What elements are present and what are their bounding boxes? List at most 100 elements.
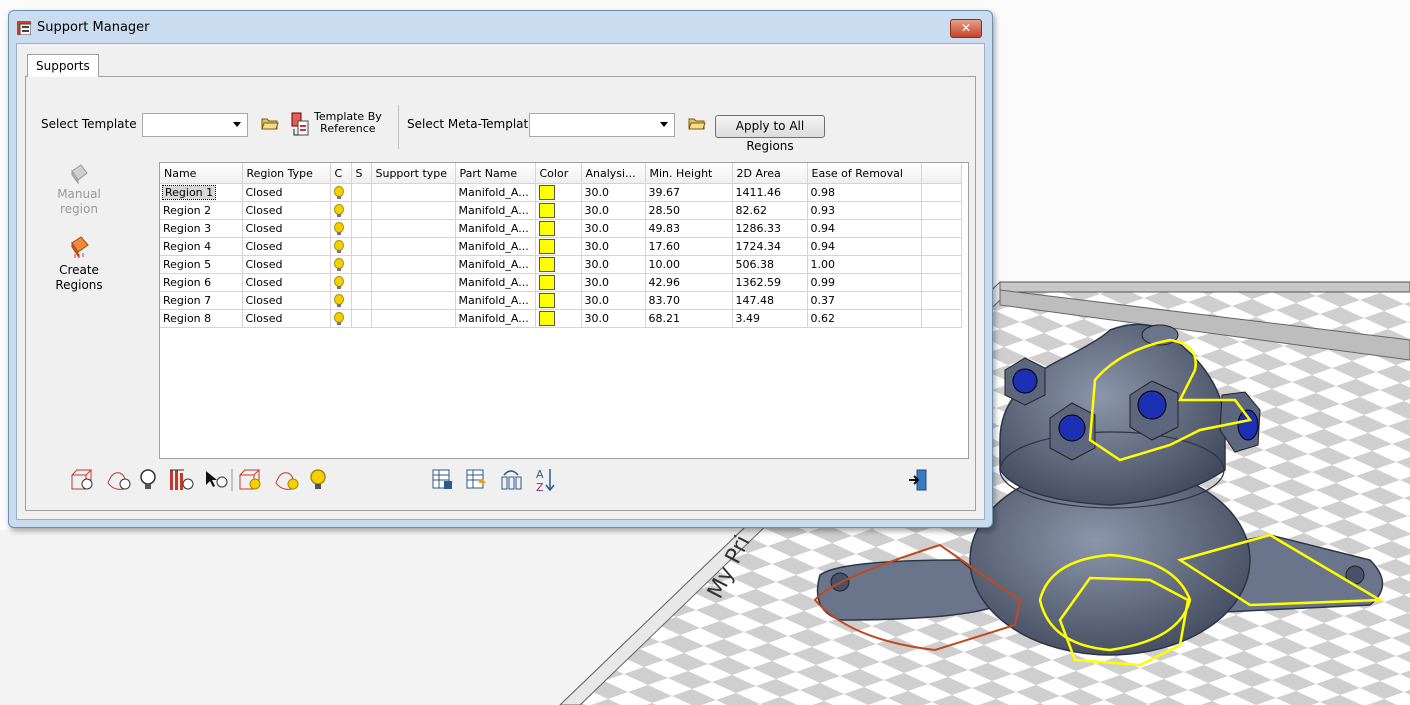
select-template-combo[interactable]	[142, 113, 248, 137]
cell-color[interactable]	[535, 201, 582, 220]
cell-s[interactable]	[351, 219, 372, 238]
cell-region-type[interactable]: Closed	[242, 255, 331, 274]
cell-part-name[interactable]: Manifold_A...	[455, 291, 536, 310]
cell-region-type[interactable]: Closed	[242, 237, 331, 256]
table-row[interactable]: Region 5 Closed Manifold_A... 30.0 10.00…	[160, 255, 962, 274]
cell-c[interactable]	[330, 201, 352, 220]
show-cube-bulb-off-icon[interactable]	[71, 469, 93, 490]
cell-min-height[interactable]: 49.83	[645, 219, 733, 238]
cell-2d-area[interactable]: 147.48	[732, 291, 808, 310]
cell-support-type[interactable]	[371, 291, 456, 310]
cell-color[interactable]	[535, 237, 582, 256]
cell-s[interactable]	[351, 309, 372, 328]
bulb-icon[interactable]	[333, 293, 344, 307]
cell-part-name[interactable]: Manifold_A...	[455, 237, 536, 256]
table-row[interactable]: Region 7 Closed Manifold_A... 30.0 83.70…	[160, 291, 962, 310]
cell-analysis[interactable]: 30.0	[581, 219, 646, 238]
cell-color[interactable]	[535, 183, 582, 202]
cell-region-type[interactable]: Closed	[242, 273, 331, 292]
cell-c[interactable]	[330, 291, 352, 310]
cell-min-height[interactable]: 68.21	[645, 309, 733, 328]
cell-part-name[interactable]: Manifold_A...	[455, 201, 536, 220]
col-header-region-type[interactable]: Region Type	[242, 163, 331, 184]
folder-open-icon[interactable]	[688, 115, 706, 134]
col-header-part-name[interactable]: Part Name	[455, 163, 536, 184]
cell-ease-of-removal[interactable]: 1.00	[807, 255, 922, 274]
col-header-analysis[interactable]: Analysi...	[581, 163, 646, 184]
cell-ease-of-removal[interactable]: 0.98	[807, 183, 922, 202]
color-swatch[interactable]	[538, 311, 555, 326]
color-swatch[interactable]	[538, 257, 555, 272]
table-row[interactable]: Region 4 Closed Manifold_A... 30.0 17.60…	[160, 237, 962, 256]
col-header-c[interactable]: C	[330, 163, 352, 184]
bulb-off-icon[interactable]	[140, 469, 156, 489]
cell-name[interactable]: Region 8	[160, 309, 243, 328]
color-swatch[interactable]	[538, 239, 555, 254]
table-row[interactable]: Region 1 Closed Manifold_A... 30.0 39.67…	[160, 183, 962, 202]
table-row[interactable]: Region 8 Closed Manifold_A... 30.0 68.21…	[160, 309, 962, 328]
cell-analysis[interactable]: 30.0	[581, 291, 646, 310]
refresh-columns-icon[interactable]	[501, 470, 522, 490]
cell-region-type[interactable]: Closed	[242, 309, 331, 328]
cell-ease-of-removal[interactable]: 0.94	[807, 219, 922, 238]
cell-s[interactable]	[351, 273, 372, 292]
color-swatch[interactable]	[538, 293, 555, 308]
cell-name[interactable]: Region 6	[160, 273, 243, 292]
cell-region-type[interactable]: Closed	[242, 291, 331, 310]
cell-analysis[interactable]: 30.0	[581, 237, 646, 256]
cell-min-height[interactable]: 42.96	[645, 273, 733, 292]
table-row[interactable]: Region 6 Closed Manifold_A... 30.0 42.96…	[160, 273, 962, 292]
cell-name[interactable]: Region 3	[160, 219, 243, 238]
cell-color[interactable]	[535, 309, 582, 328]
cell-analysis[interactable]: 30.0	[581, 255, 646, 274]
cell-support-type[interactable]	[371, 309, 456, 328]
cell-c[interactable]	[330, 237, 352, 256]
cell-2d-area[interactable]: 1286.33	[732, 219, 808, 238]
cell-c[interactable]	[330, 255, 352, 274]
cell-support-type[interactable]	[371, 237, 456, 256]
cell-ease-of-removal[interactable]: 0.37	[807, 291, 922, 310]
cell-region-type[interactable]: Closed	[242, 183, 331, 202]
cell-min-height[interactable]: 83.70	[645, 291, 733, 310]
col-header-2d-area[interactable]: 2D Area	[732, 163, 808, 184]
apply-to-all-regions-button[interactable]: Apply to All Regions	[715, 115, 825, 153]
cell-min-height[interactable]: 28.50	[645, 201, 733, 220]
cell-analysis[interactable]: 30.0	[581, 183, 646, 202]
show-surface-bulb-off-icon[interactable]	[107, 472, 131, 490]
cell-s[interactable]	[351, 201, 372, 220]
tab-supports[interactable]: Supports	[27, 54, 99, 77]
cell-part-name[interactable]: Manifold_A...	[455, 183, 536, 202]
cell-2d-area[interactable]: 1362.59	[732, 273, 808, 292]
bulb-icon[interactable]	[333, 311, 344, 325]
select-meta-template-combo[interactable]	[529, 113, 675, 137]
bulb-icon[interactable]	[333, 221, 344, 235]
cell-support-type[interactable]	[371, 219, 456, 238]
cell-2d-area[interactable]: 506.38	[732, 255, 808, 274]
cell-2d-area[interactable]: 82.62	[732, 201, 808, 220]
bulb-icon[interactable]	[333, 239, 344, 253]
template-by-reference-button[interactable]: Template By Reference	[290, 109, 394, 143]
save-template-icon[interactable]	[432, 469, 452, 489]
cell-c[interactable]	[330, 219, 352, 238]
bulb-icon[interactable]	[333, 203, 344, 217]
cell-min-height[interactable]: 39.67	[645, 183, 733, 202]
cell-c[interactable]	[330, 309, 352, 328]
col-header-ease-of-removal[interactable]: Ease of Removal	[807, 163, 922, 184]
cell-ease-of-removal[interactable]: 0.93	[807, 201, 922, 220]
exit-icon[interactable]	[909, 469, 927, 491]
folder-open-icon[interactable]	[261, 115, 279, 134]
bulb-icon[interactable]	[333, 275, 344, 289]
bulb-icon[interactable]	[333, 185, 344, 199]
table-row[interactable]: Region 3 Closed Manifold_A... 30.0 49.83…	[160, 219, 962, 238]
cell-region-type[interactable]: Closed	[242, 219, 331, 238]
export-icon[interactable]	[466, 469, 486, 489]
bulb-icon[interactable]	[333, 257, 344, 271]
cell-c[interactable]	[330, 183, 352, 202]
cell-2d-area[interactable]: 1411.46	[732, 183, 808, 202]
cell-color[interactable]	[535, 255, 582, 274]
select-bulb-icon[interactable]	[206, 471, 228, 488]
color-swatch[interactable]	[538, 203, 555, 218]
cell-part-name[interactable]: Manifold_A...	[455, 219, 536, 238]
cell-name[interactable]: Region 2	[160, 201, 243, 220]
col-header-color[interactable]: Color	[535, 163, 582, 184]
